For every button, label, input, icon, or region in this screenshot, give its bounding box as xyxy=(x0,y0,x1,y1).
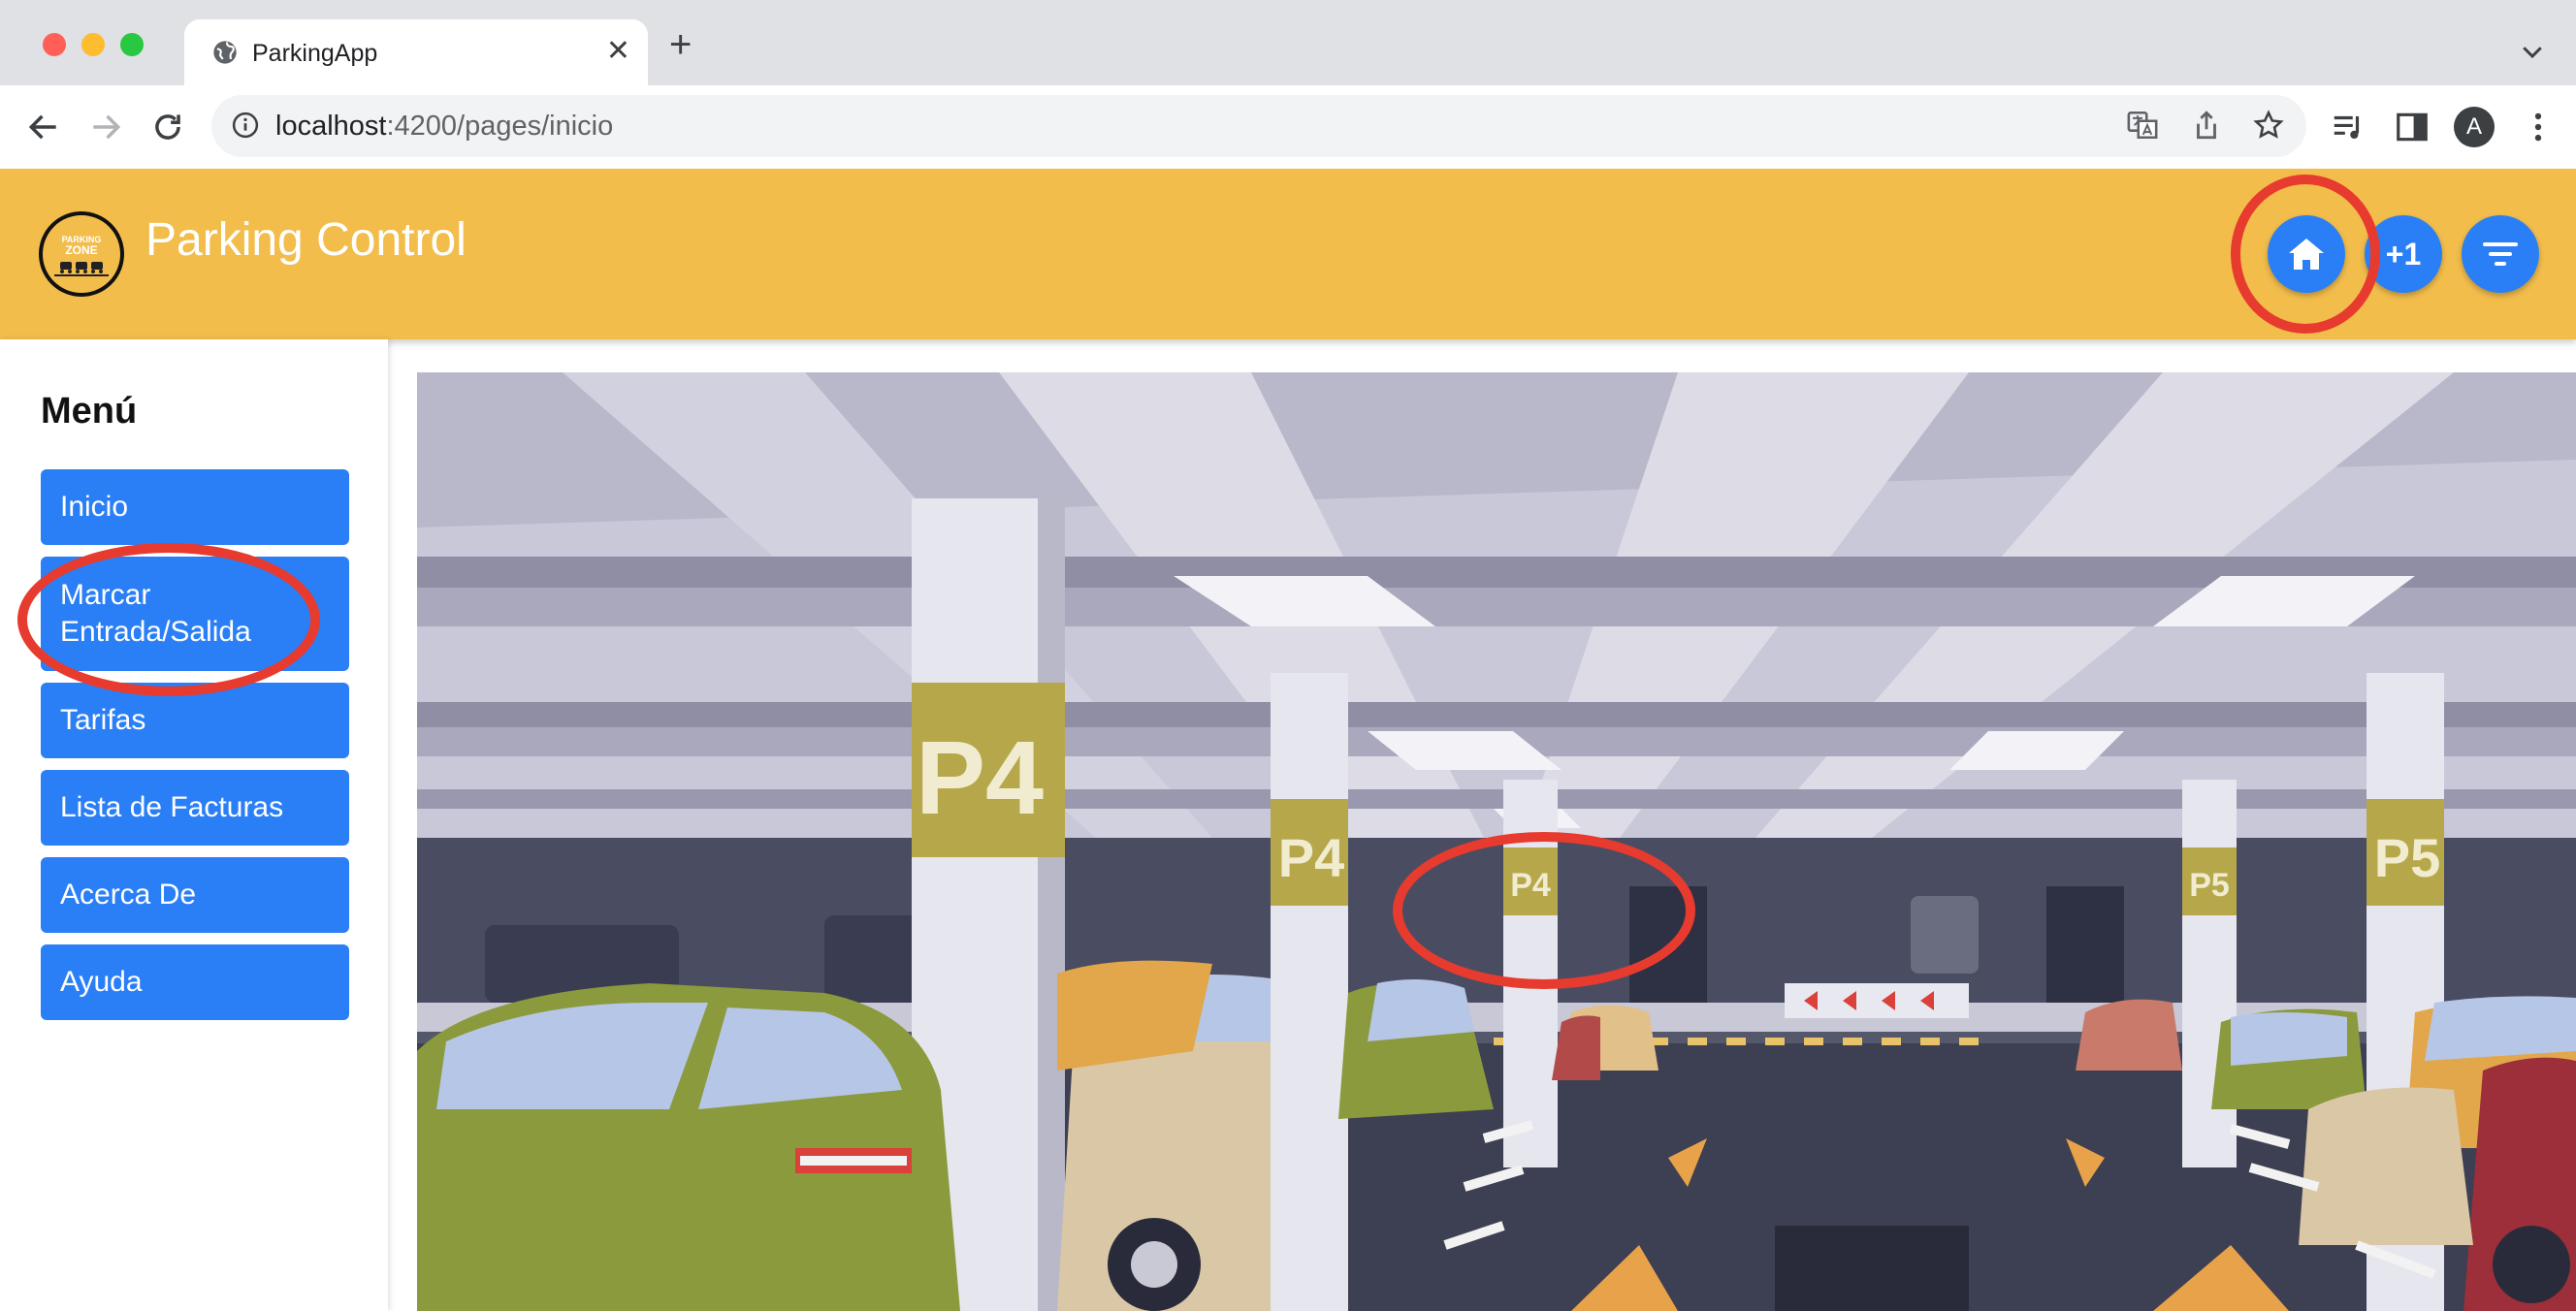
side-panel-icon[interactable] xyxy=(2394,109,2431,145)
browser-tab[interactable]: ParkingApp ✕ xyxy=(184,19,648,85)
parking-zone-logo: PARKING ZONE xyxy=(39,211,124,297)
sidebar-item-label: Acerca De xyxy=(60,879,197,911)
sidebar-item-label: Inicio xyxy=(60,491,129,523)
chevron-down-icon[interactable] xyxy=(2518,37,2547,66)
sidebar-item-label: Ayuda xyxy=(60,966,143,998)
sidebar-item-label: Lista de Facturas xyxy=(60,791,284,823)
annotation-circle-marcar xyxy=(17,543,320,696)
sidebar-item-ayuda[interactable]: Ayuda xyxy=(41,944,349,1020)
address-bar[interactable]: localhost:4200/pages/inicio xyxy=(211,95,2306,157)
close-icon[interactable]: ✕ xyxy=(606,35,630,68)
tab-title: ParkingApp xyxy=(252,40,378,67)
back-icon[interactable] xyxy=(25,109,62,145)
window-close-button[interactable] xyxy=(43,33,66,56)
translate-icon[interactable] xyxy=(2126,109,2159,142)
globe-icon xyxy=(213,41,237,64)
window-zoom-button[interactable] xyxy=(120,33,144,56)
sidebar-item-lista-de-facturas[interactable]: Lista de Facturas xyxy=(41,770,349,846)
pillar-sign: P4 xyxy=(1278,827,1345,888)
annotation-circle-home xyxy=(2231,175,2380,334)
app-title: Parking Control xyxy=(145,214,467,266)
url-path: :4200/pages/inicio xyxy=(386,111,614,142)
pillar-sign: P5 xyxy=(2189,867,2230,904)
svg-text:ZONE: ZONE xyxy=(65,243,97,257)
reading-list-icon[interactable] xyxy=(2330,109,2367,145)
reload-icon[interactable] xyxy=(149,109,186,145)
sidebar-menu: Menú Inicio Marcar Entrada/Salida Tarifa… xyxy=(0,339,388,1311)
profile-avatar[interactable]: A xyxy=(2454,107,2495,147)
plus-icon[interactable]: + xyxy=(669,25,692,64)
info-icon[interactable] xyxy=(231,111,260,140)
sidebar-item-label: Tarifas xyxy=(60,704,146,736)
filter-button[interactable] xyxy=(2462,215,2539,293)
url-text: localhost:4200/pages/inicio xyxy=(275,109,613,144)
forward-icon[interactable] xyxy=(87,109,124,145)
annotation-circle-p4 xyxy=(1393,832,1695,989)
share-icon[interactable] xyxy=(2190,109,2223,142)
window-minimize-button[interactable] xyxy=(81,33,105,56)
kebab-menu-icon[interactable] xyxy=(2520,109,2557,145)
pillar-sign: P5 xyxy=(2374,827,2441,888)
filter-icon xyxy=(2483,242,2518,266)
app-header: PARKING ZONE Parking Control +1 xyxy=(0,169,2576,339)
star-icon[interactable] xyxy=(2252,109,2285,142)
sidebar-item-acerca-de[interactable]: Acerca De xyxy=(41,857,349,933)
menu-title: Menú xyxy=(41,391,138,432)
browser-toolbar: localhost:4200/pages/inicio A xyxy=(0,85,2576,169)
pillar-sign: P4 xyxy=(916,719,1044,836)
url-host: localhost xyxy=(275,111,387,142)
sidebar-item-inicio[interactable]: Inicio xyxy=(41,469,349,545)
browser-tab-strip: ParkingApp ✕ + xyxy=(0,0,2576,85)
